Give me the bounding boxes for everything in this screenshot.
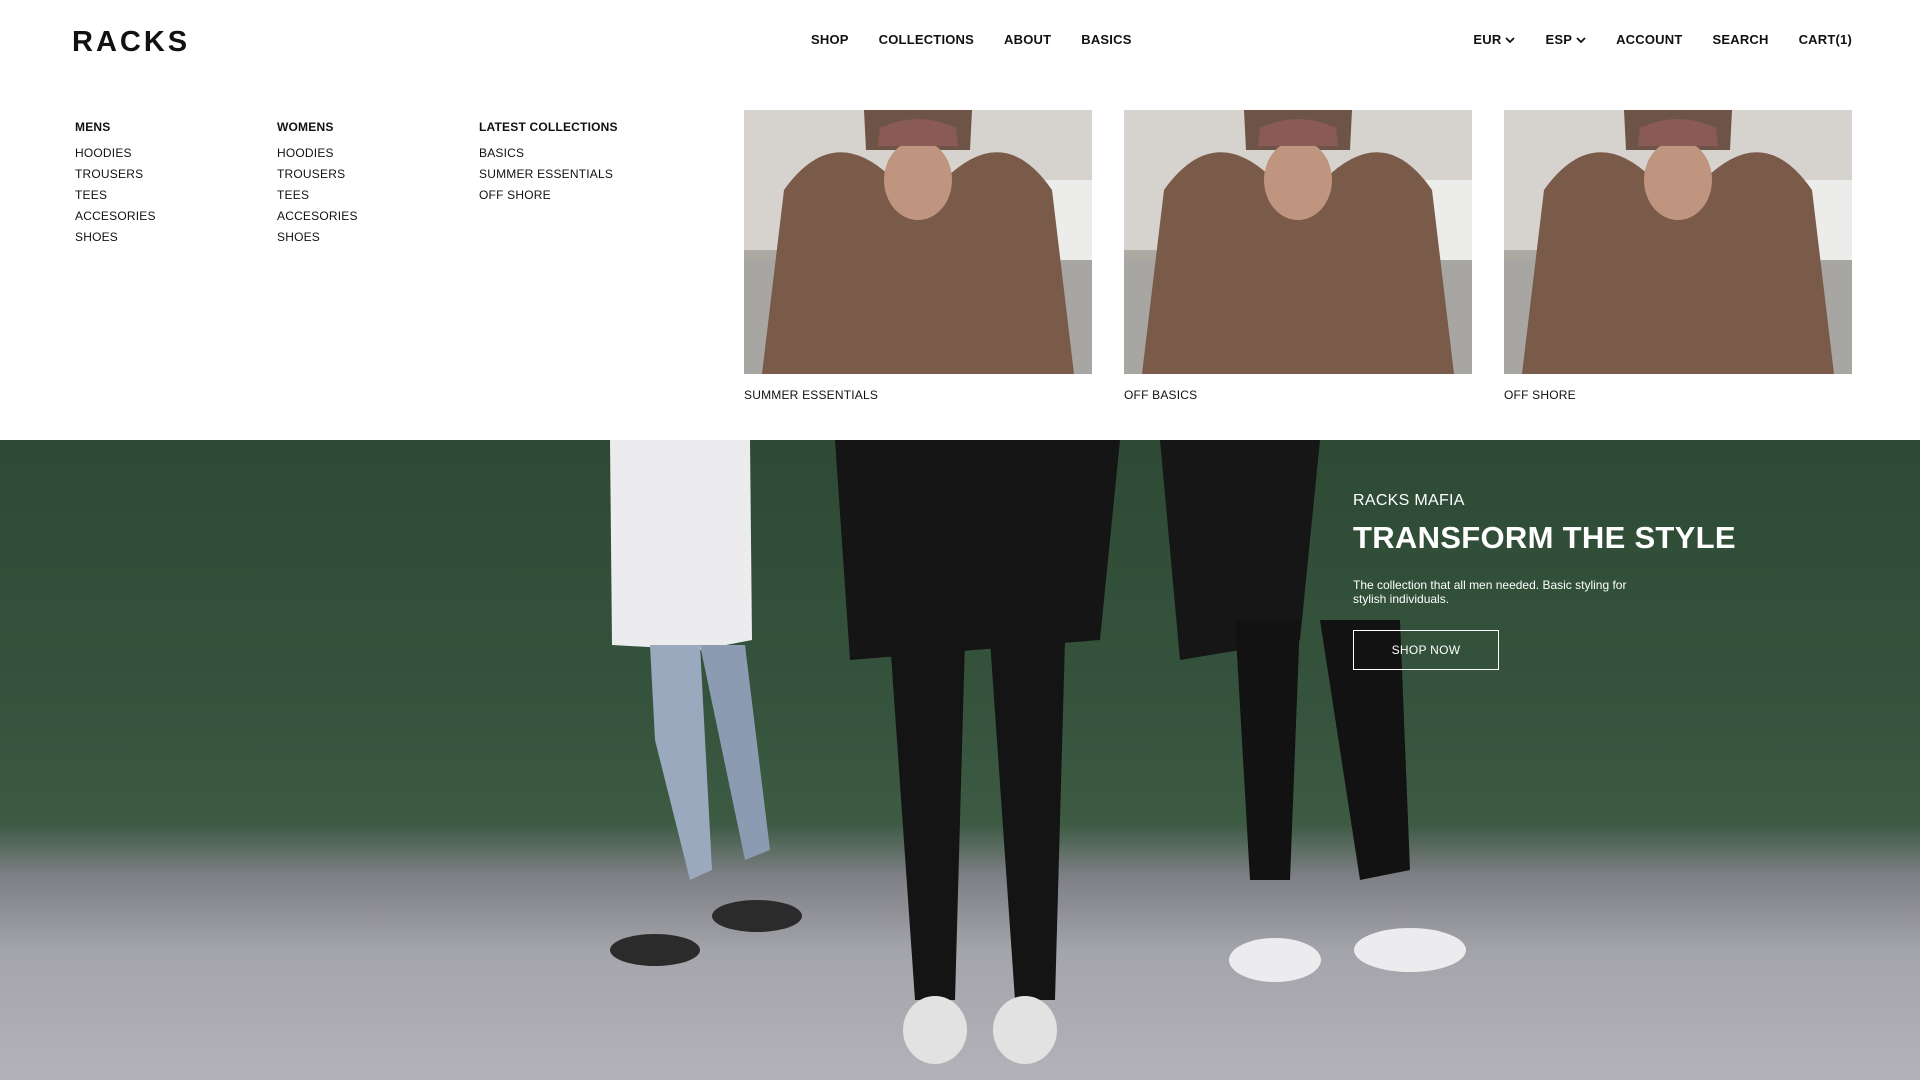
nav-about[interactable]: ABOUT	[1004, 32, 1051, 47]
collection-card[interactable]: OFF BASICS	[1124, 110, 1472, 402]
menu-item-summer-essentials[interactable]: SUMMER ESSENTIALS	[479, 167, 618, 181]
menu-heading-womens[interactable]: WOMENS	[277, 120, 358, 134]
chevron-down-icon	[1576, 36, 1586, 43]
collection-cards: SUMMER ESSENTIALS OFF BASICS OFF SHORE	[744, 110, 1852, 402]
cart-link[interactable]: CART(1)	[1799, 32, 1852, 47]
hero-description: The collection that all men needed. Basi…	[1353, 578, 1627, 606]
menu-item-womens-shoes[interactable]: SHOES	[277, 230, 358, 244]
collection-card[interactable]: OFF SHORE	[1504, 110, 1852, 402]
shop-now-button[interactable]: SHOP NOW	[1353, 630, 1499, 670]
menu-column-womens: WOMENS HOODIES TROUSERS TEES ACCESORIES …	[277, 120, 358, 251]
menu-item-womens-hoodies[interactable]: HOODIES	[277, 146, 358, 160]
menu-item-womens-accesories[interactable]: ACCESORIES	[277, 209, 358, 223]
chevron-down-icon	[1505, 36, 1516, 43]
nav-collections[interactable]: COLLECTIONS	[879, 32, 974, 47]
menu-item-mens-accesories[interactable]: ACCESORIES	[75, 209, 156, 223]
menu-heading-latest[interactable]: LATEST COLLECTIONS	[479, 120, 618, 134]
hero-headline: TRANSFORM THE STYLE	[1353, 520, 1736, 555]
search-link[interactable]: SEARCH	[1712, 32, 1768, 47]
model-photo	[744, 110, 1092, 374]
menu-item-mens-shoes[interactable]: SHOES	[75, 230, 156, 244]
hero-eyebrow: RACKS MAFIA	[1353, 492, 1465, 509]
menu-column-latest: LATEST COLLECTIONS BASICS SUMMER ESSENTI…	[479, 120, 618, 209]
menu-item-womens-trousers[interactable]: TROUSERS	[277, 167, 358, 181]
nav-basics[interactable]: BASICS	[1081, 32, 1131, 47]
mega-menu: MENS HOODIES TROUSERS TEES ACCESORIES SH…	[0, 78, 1920, 440]
main-nav: SHOP COLLECTIONS ABOUT BASICS	[811, 32, 1132, 47]
hero-banner: RACKS MAFIA TRANSFORM THE STYLE The coll…	[0, 440, 1920, 1080]
collection-card[interactable]: SUMMER ESSENTIALS	[744, 110, 1092, 402]
model-photo	[1504, 110, 1852, 374]
menu-item-mens-tees[interactable]: TEES	[75, 188, 156, 202]
language-label: ESP	[1545, 32, 1573, 47]
collection-caption: OFF BASICS	[1124, 388, 1198, 402]
currency-selector[interactable]: EUR	[1473, 32, 1516, 47]
site-header: RACKS SHOP COLLECTIONS ABOUT BASICS EUR …	[0, 0, 1920, 78]
account-link[interactable]: ACCOUNT	[1616, 32, 1682, 47]
collection-image	[744, 110, 1092, 374]
menu-item-off-shore[interactable]: OFF SHORE	[479, 188, 618, 202]
collection-image	[1504, 110, 1852, 374]
currency-label: EUR	[1473, 32, 1502, 47]
menu-item-basics[interactable]: BASICS	[479, 146, 618, 160]
hero-content: RACKS MAFIA TRANSFORM THE STYLE The coll…	[1353, 492, 1736, 670]
menu-heading-mens[interactable]: MENS	[75, 120, 156, 134]
utility-nav: EUR ESP ACCOUNT SEARCH CART(1)	[1473, 32, 1852, 47]
nav-shop[interactable]: SHOP	[811, 32, 849, 47]
language-selector[interactable]: ESP	[1545, 32, 1586, 47]
menu-item-mens-hoodies[interactable]: HOODIES	[75, 146, 156, 160]
menu-item-mens-trousers[interactable]: TROUSERS	[75, 167, 156, 181]
brand-logo[interactable]: RACKS	[72, 26, 190, 59]
collection-caption: OFF SHORE	[1504, 388, 1576, 402]
model-photo	[1124, 110, 1472, 374]
collection-caption: SUMMER ESSENTIALS	[744, 388, 879, 402]
menu-column-mens: MENS HOODIES TROUSERS TEES ACCESORIES SH…	[75, 120, 156, 251]
collection-image	[1124, 110, 1472, 374]
menu-item-womens-tees[interactable]: TEES	[277, 188, 358, 202]
